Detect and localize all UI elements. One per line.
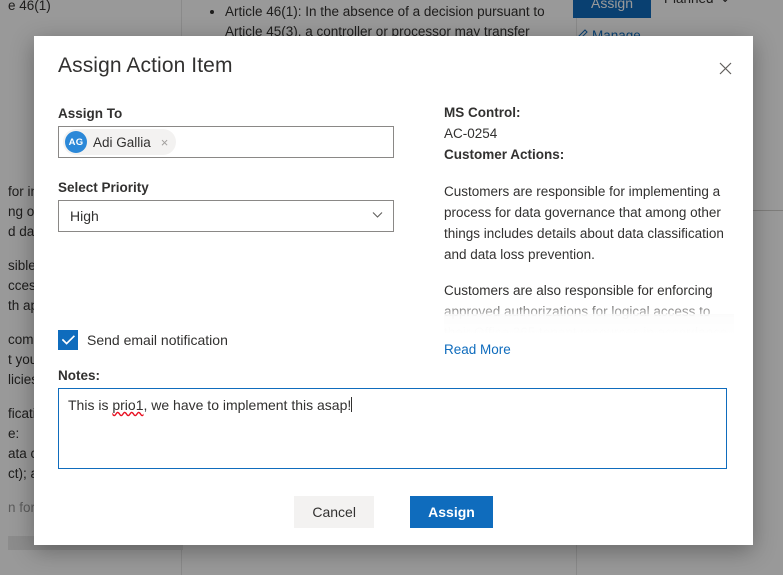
assign-to-people-picker[interactable]: AG Adi Gallia × <box>58 126 394 158</box>
assign-to-label: Assign To <box>58 106 123 121</box>
priority-dropdown[interactable]: High <box>58 200 394 232</box>
send-email-notification-checkbox[interactable]: Send email notification <box>58 330 228 350</box>
cancel-button[interactable]: Cancel <box>294 496 375 528</box>
remove-persona-icon[interactable]: × <box>157 136 173 149</box>
control-description-body: Customers are responsible for implementi… <box>444 181 734 333</box>
assign-button[interactable]: Assign <box>410 496 493 528</box>
ms-control-id: AC-0254 <box>444 126 498 141</box>
customer-actions-label: Customer Actions: <box>444 147 565 162</box>
notes-text-after: , we have to implement this asap! <box>143 397 352 413</box>
read-more-link[interactable]: Read More <box>444 339 511 360</box>
notes-field-group: Notes: This is prio1, we have to impleme… <box>58 368 752 469</box>
close-icon[interactable] <box>709 52 741 84</box>
description-paragraph: Customers are responsible for implementi… <box>444 184 724 262</box>
notes-text-before: This is <box>68 397 113 413</box>
notes-label: Notes: <box>58 368 101 383</box>
checkbox-checked-icon <box>58 330 78 350</box>
control-description-column: MS Control: AC-0254 Customer Actions: Cu… <box>444 102 734 360</box>
description-paragraph: Customers are also responsible for enfor… <box>444 283 728 333</box>
priority-field-group: Select Priority High <box>58 180 428 232</box>
avatar: AG <box>65 131 87 153</box>
select-priority-label: Select Priority <box>58 180 149 195</box>
send-email-notification-label: Send email notification <box>87 332 228 348</box>
page-title: Assign Action Item <box>58 54 233 77</box>
notes-input[interactable]: This is prio1, we have to implement this… <box>58 388 727 469</box>
priority-selected-value: High <box>70 208 99 224</box>
ms-control-label: MS Control: <box>444 105 521 120</box>
dialog-form-column: Assign To AG Adi Gallia × Select Priorit… <box>58 106 428 254</box>
persona-name: Adi Gallia <box>93 134 151 150</box>
text-cursor <box>351 397 353 412</box>
assign-action-item-dialog: Assign Action Item Assign To AG Adi Gall… <box>34 36 753 545</box>
assign-to-field-group: Assign To AG Adi Gallia × <box>58 106 428 158</box>
chevron-down-icon <box>372 211 383 222</box>
dialog-footer: Cancel Assign <box>34 496 753 528</box>
notes-text-misspelled: prio1 <box>112 397 144 413</box>
persona-chip[interactable]: AG Adi Gallia × <box>63 129 177 155</box>
